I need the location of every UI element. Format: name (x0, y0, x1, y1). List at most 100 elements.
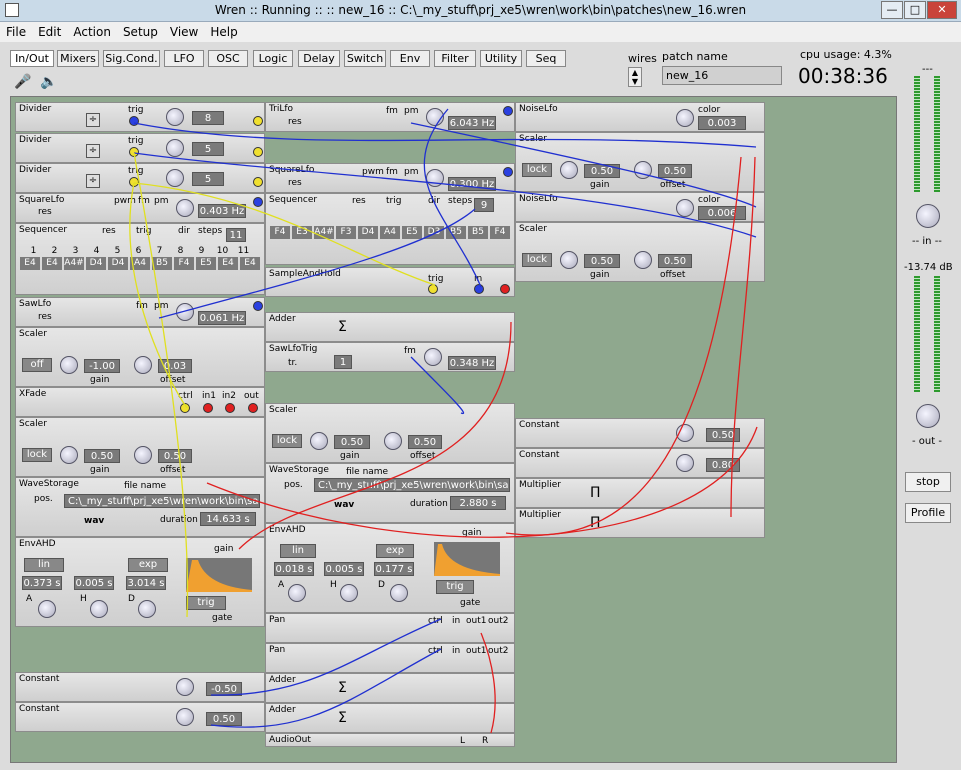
module-scaler-2[interactable]: Scaler lock 0.50 gain 0.50 offset (15, 417, 265, 477)
step-cell[interactable]: A4 (380, 226, 400, 239)
in-input[interactable] (474, 284, 484, 294)
maximize-button[interactable]: □ (904, 1, 926, 19)
mode-button[interactable]: off (22, 358, 52, 372)
out-port[interactable] (253, 197, 263, 207)
out-port[interactable] (500, 284, 510, 294)
module-sequencer-2[interactable]: Sequencer res trig dir steps 9 F4 E3 A4# F3… (265, 193, 515, 265)
out-port[interactable] (248, 403, 258, 413)
module-multiplier-2[interactable]: Multiplier Π (515, 508, 765, 538)
module-divider-2[interactable]: Divider ÷ trig 5 (15, 133, 265, 163)
module-sequencer-1[interactable]: Sequencer res trig dir steps 11 1 2 3 4 5 6 7 8… (15, 223, 265, 295)
module-wavestorage-2[interactable]: WaveStorage file name pos. C:\_my_stuff\… (265, 463, 515, 523)
in1-input[interactable] (203, 403, 213, 413)
gain-knob[interactable] (560, 161, 578, 179)
out-port[interactable] (253, 177, 263, 187)
trig-input[interactable] (129, 116, 139, 126)
patch-editor-canvas[interactable]: Divider ÷ trig 8 Divider ÷ trig 5 Divide… (10, 96, 897, 763)
profile-button[interactable]: Profile (905, 503, 951, 523)
microphone-icon[interactable]: 🎤 (14, 74, 31, 90)
trig-button[interactable]: trig (436, 580, 474, 594)
module-scaler-3[interactable]: Scaler lock 0.50 gain 0.50 offset (265, 403, 515, 463)
menu-edit[interactable]: Edit (32, 22, 67, 42)
value-knob[interactable] (176, 708, 194, 726)
out-volume-knob[interactable] (916, 404, 940, 428)
mode-button[interactable]: lock (522, 253, 552, 267)
module-multiplier-1[interactable]: Multiplier Π (515, 478, 765, 508)
step-cell[interactable]: D4 (86, 257, 106, 270)
trig-button[interactable]: trig (186, 596, 226, 610)
trig-input[interactable] (129, 147, 139, 157)
trig-input[interactable] (129, 177, 139, 187)
decay-knob[interactable] (390, 584, 408, 602)
step-cell[interactable]: B5 (446, 226, 466, 239)
gain-knob[interactable] (560, 251, 578, 269)
trig-input[interactable] (428, 284, 438, 294)
color-knob[interactable] (676, 109, 694, 127)
module-divider-1[interactable]: Divider ÷ trig 8 (15, 102, 265, 132)
tab-sig-cond[interactable]: Sig.Cond. (103, 50, 160, 67)
out-port[interactable] (503, 167, 513, 177)
offset-knob[interactable] (134, 446, 152, 464)
wires-spinner[interactable]: ▲ ▼ (628, 67, 642, 87)
step-cell[interactable]: E4 (20, 257, 40, 270)
file-path[interactable]: C:\_my_stuff\prj_xe5\wren\work\bin\sa (314, 478, 510, 492)
module-audioout[interactable]: AudioOut L R (265, 733, 515, 747)
offset-knob[interactable] (384, 432, 402, 450)
step-cell[interactable]: E3 (292, 226, 312, 239)
rate-knob[interactable] (426, 169, 444, 187)
module-sawlfo[interactable]: SawLfo res fm pm 0.061 Hz (15, 297, 265, 327)
close-button[interactable]: ✕ (927, 1, 957, 19)
module-noiselfo-1[interactable]: NoiseLfo color 0.003 (515, 102, 765, 132)
divider-knob[interactable] (166, 169, 184, 187)
module-constant-1[interactable]: Constant -0.50 (15, 672, 265, 702)
rate-knob[interactable] (176, 303, 194, 321)
step-cell[interactable]: A4 (130, 257, 150, 270)
module-adder-3[interactable]: Adder Σ (265, 703, 515, 733)
patch-name-input[interactable] (662, 66, 782, 85)
step-cell[interactable]: F4 (490, 226, 510, 239)
step-cell[interactable]: A4# (314, 226, 334, 239)
step-cell[interactable]: D4 (108, 257, 128, 270)
module-constant-3[interactable]: Constant 0.50 (515, 418, 765, 448)
mode-button[interactable]: lock (272, 434, 302, 448)
out-port[interactable] (253, 147, 263, 157)
hold-knob[interactable] (340, 584, 358, 602)
rate-knob[interactable] (176, 199, 194, 217)
module-scaler-1[interactable]: Scaler off -1.00 gain 0.03 offset (15, 327, 265, 387)
divide-icon[interactable]: ÷ (86, 113, 100, 127)
tab-in-out[interactable]: In/Out (10, 50, 54, 67)
step-cell[interactable]: D4 (358, 226, 378, 239)
divide-icon[interactable]: ÷ (86, 174, 100, 188)
step-cell[interactable]: B5 (152, 257, 172, 270)
module-constant-4[interactable]: Constant 0.80 (515, 448, 765, 478)
module-constant-2[interactable]: Constant 0.50 (15, 702, 265, 732)
module-adder-2[interactable]: Adder Σ (265, 673, 515, 703)
stop-button[interactable]: stop (905, 472, 951, 492)
module-envahd-1[interactable]: EnvAHD lin exp 0.373 s 0.005 s 3.014 s A… (15, 537, 265, 627)
attack-knob[interactable] (288, 584, 306, 602)
value-knob[interactable] (176, 678, 194, 696)
tab-seq[interactable]: Seq (526, 50, 566, 67)
tab-filter[interactable]: Filter (434, 50, 476, 67)
offset-knob[interactable] (134, 356, 152, 374)
hold-knob[interactable] (90, 600, 108, 618)
step-cell[interactable]: F4 (174, 257, 194, 270)
mode-button[interactable]: lock (522, 163, 552, 177)
tab-delay[interactable]: Delay (298, 50, 340, 67)
mode-button[interactable]: lock (22, 448, 52, 462)
gain-knob[interactable] (60, 356, 78, 374)
curve-d-button[interactable]: exp (128, 558, 168, 572)
module-scaler-5[interactable]: Scaler lock 0.50 gain 0.50 offset (515, 222, 765, 282)
rate-knob[interactable] (426, 108, 444, 126)
menu-view[interactable]: View (164, 22, 204, 42)
module-noiselfo-2[interactable]: NoiseLfo color 0.006 (515, 192, 765, 222)
color-knob[interactable] (676, 199, 694, 217)
in-volume-knob[interactable] (916, 204, 940, 228)
step-cell[interactable]: F3 (336, 226, 356, 239)
step-cell[interactable]: A4# (64, 257, 84, 270)
module-squarelfo-2[interactable]: SquareLfo res pwm fm pm 0.300 Hz (265, 163, 515, 193)
file-path[interactable]: C:\_my_stuff\prj_xe5\wren\work\bin\sa (64, 494, 260, 508)
step-cell[interactable]: E4 (42, 257, 62, 270)
curve-d-button[interactable]: exp (376, 544, 414, 558)
menu-action[interactable]: Action (67, 22, 117, 42)
